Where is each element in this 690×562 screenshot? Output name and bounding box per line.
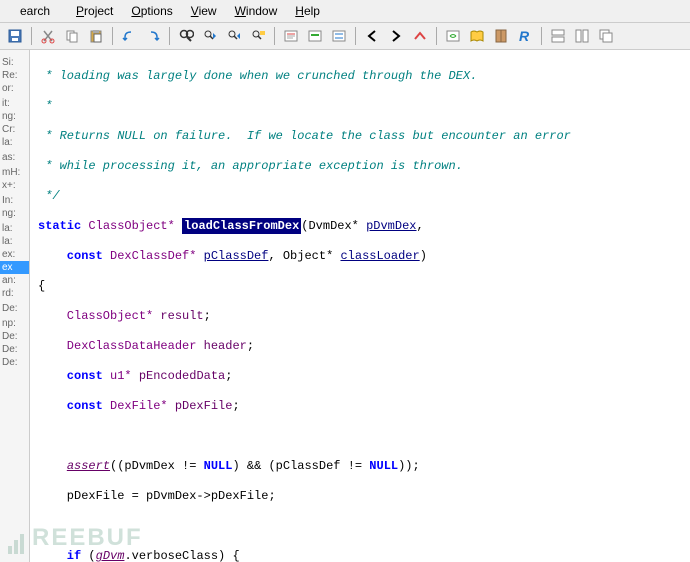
menu-view[interactable]: View <box>183 2 225 20</box>
find-button[interactable] <box>175 25 197 47</box>
menu-project[interactable]: Project <box>68 2 121 20</box>
sync-button[interactable] <box>442 25 464 47</box>
toolbar: R <box>0 23 690 50</box>
menu-options[interactable]: Options <box>123 2 180 20</box>
copy-button[interactable] <box>61 25 83 47</box>
menu-help[interactable]: Help <box>287 2 328 20</box>
nav-back-button[interactable] <box>361 25 383 47</box>
find-prev-button[interactable] <box>199 25 221 47</box>
goto-line-button[interactable] <box>280 25 302 47</box>
goto-ref-button[interactable] <box>328 25 350 47</box>
window-tile-h-button[interactable] <box>547 25 569 47</box>
menu-bar: earch Project Options View Window Help <box>0 0 690 23</box>
highlighted-symbol: loadClassFromDex <box>182 218 301 234</box>
search-files-button[interactable] <box>247 25 269 47</box>
find-next-button[interactable] <box>223 25 245 47</box>
nav-fwd-button[interactable] <box>385 25 407 47</box>
book-open-button[interactable] <box>466 25 488 47</box>
relation-button[interactable]: R <box>514 25 536 47</box>
window-tile-v-button[interactable] <box>571 25 593 47</box>
book-button[interactable] <box>490 25 512 47</box>
window-cascade-button[interactable] <box>595 25 617 47</box>
cut-button[interactable] <box>37 25 59 47</box>
undo-button[interactable] <box>118 25 140 47</box>
paste-button[interactable] <box>85 25 107 47</box>
menu-search[interactable]: earch <box>4 2 66 20</box>
code-editor[interactable]: * loading was largely done when we crunc… <box>30 50 690 562</box>
redo-button[interactable] <box>142 25 164 47</box>
nav-up-button[interactable] <box>409 25 431 47</box>
menu-window[interactable]: Window <box>227 2 286 20</box>
save-button[interactable] <box>4 25 26 47</box>
svg-text:R: R <box>519 28 530 44</box>
goto-def-button[interactable] <box>304 25 326 47</box>
symbol-sidebar[interactable]: Si: Re: or: it: ng: Cr: la: as: mH: x+: … <box>0 50 30 562</box>
